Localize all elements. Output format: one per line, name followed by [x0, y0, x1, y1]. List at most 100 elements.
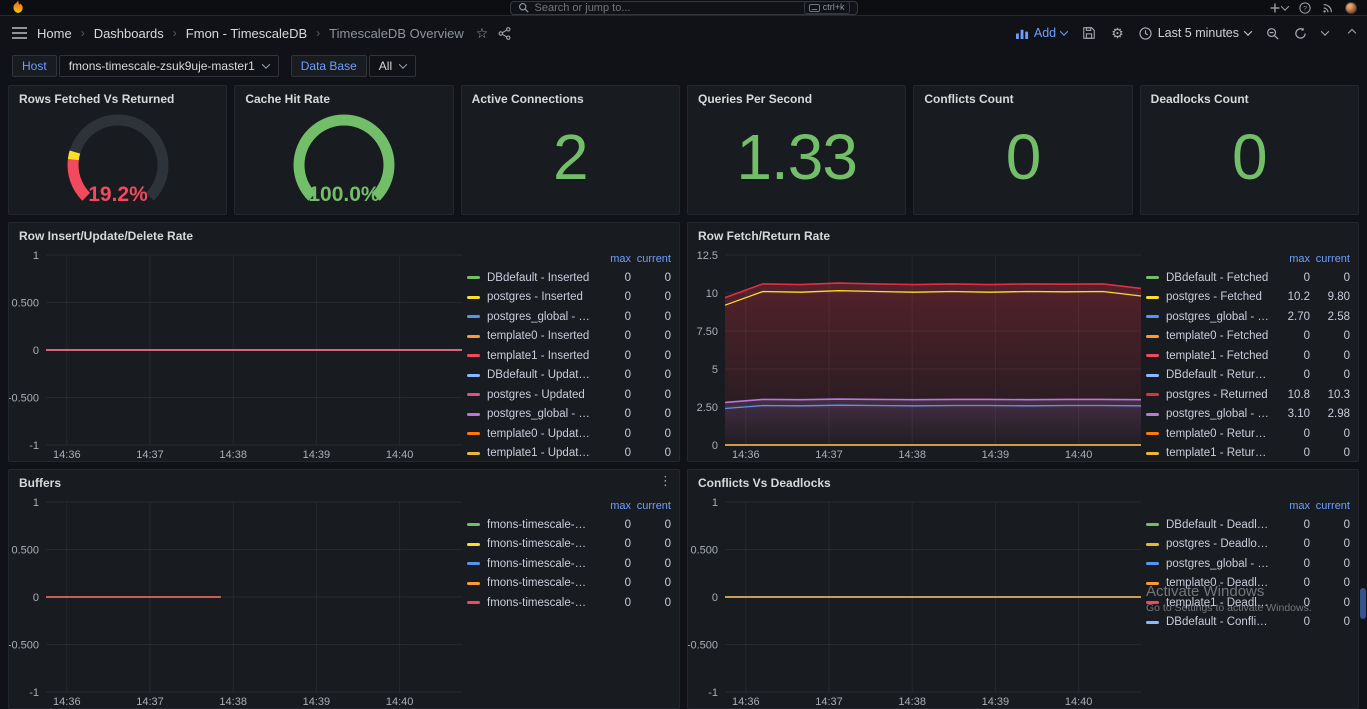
series-color-dash-icon — [1146, 432, 1159, 435]
host-variable-dropdown[interactable]: fmons-timescale-zsuk9uje-master1 — [59, 55, 279, 77]
legend-item[interactable]: DBdefault - Fetched00 — [1146, 268, 1350, 288]
svg-text:1: 1 — [712, 497, 718, 509]
chart-canvas[interactable]: 10.5000-0.500-114:3614:3714:3814:3914:40 — [9, 245, 467, 461]
legend-item[interactable]: template0 - Updated00 — [467, 424, 671, 444]
legend-max-value: 0 — [1270, 330, 1310, 342]
legend-item[interactable]: postgres_global - Returned3.102.98 — [1146, 405, 1350, 425]
new-item-button[interactable] — [1270, 3, 1288, 13]
series-color-dash-icon — [1146, 523, 1159, 526]
series-color-dash-icon — [467, 315, 480, 318]
chart-plot-area[interactable]: 12.5107.5052.50014:3614:3714:3814:3914:4… — [688, 245, 1146, 461]
legend-item[interactable]: postgres - Returned10.810.3 — [1146, 385, 1350, 405]
legend-item[interactable]: DBdefault - Returned00 — [1146, 366, 1350, 386]
dashboard-header-bar: Home›Dashboards›Fmon - TimescaleDB›Times… — [0, 16, 1367, 50]
series-color-dash-icon — [1146, 413, 1159, 416]
legend-item[interactable]: postgres - Inserted00 — [467, 288, 671, 308]
legend-current-value: 0 — [631, 311, 671, 323]
svg-text:5: 5 — [712, 364, 718, 376]
legend-item[interactable]: template1 - Fetched00 — [1146, 346, 1350, 366]
svg-text:19.2%: 19.2% — [88, 183, 148, 206]
legend-item[interactable]: template0 - Fetched00 — [1146, 327, 1350, 347]
legend-item[interactable]: postgres_global - Inserted00 — [467, 307, 671, 327]
chart-canvas[interactable]: 10.5000-0.500-114:3614:3714:3814:3914:40 — [9, 492, 467, 708]
series-color-dash-icon — [1146, 354, 1159, 357]
time-range-picker[interactable]: Last 5 minutes — [1139, 26, 1251, 40]
legend-current-value: 0 — [631, 538, 671, 550]
database-variable-dropdown[interactable]: All — [369, 55, 416, 77]
legend-item[interactable]: template0 - Returned00 — [1146, 424, 1350, 444]
stat-value: 2 — [462, 104, 679, 210]
svg-text:14:40: 14:40 — [1065, 696, 1093, 708]
stat-value: 0 — [1141, 104, 1358, 210]
legend-series-label: DBdefault - Updated — [487, 369, 591, 381]
legend-item[interactable]: fmons-timescale-zsuk9uje-master1 - Buffe… — [467, 554, 671, 574]
breadcrumb-item[interactable]: Fmon - TimescaleDB — [186, 26, 307, 41]
panel-menu-icon[interactable]: ⋮ — [659, 473, 672, 489]
legend-item[interactable]: DBdefault - Deadlocks00 — [1146, 515, 1350, 535]
legend-item[interactable]: postgres - Deadlocks00 — [1146, 535, 1350, 555]
share-icon[interactable] — [498, 27, 511, 40]
legend-item[interactable]: DBdefault - Conflicts00 — [1146, 613, 1350, 633]
host-variable: Host fmons-timescale-zsuk9uje-master1 — [12, 55, 279, 77]
legend-item[interactable]: fmons-timescale-zsuk9uje-master1 - Buffe… — [467, 593, 671, 613]
search-bar[interactable]: ctrl+k — [510, 1, 858, 15]
settings-icon[interactable]: ⚙ — [1111, 26, 1124, 40]
scrollbar-thumb[interactable] — [1360, 588, 1366, 619]
legend-item[interactable]: postgres_global - Updated00 — [467, 405, 671, 425]
legend-header: maxcurrent — [1146, 253, 1350, 265]
add-panel-button[interactable]: Add — [1016, 26, 1067, 40]
database-variable: Data Base All — [291, 55, 416, 77]
svg-text:14:39: 14:39 — [303, 449, 331, 461]
avatar[interactable] — [1345, 2, 1357, 14]
breadcrumb-item[interactable]: Home — [37, 26, 72, 41]
gauge-panel: Cache Hit Rate100.0% — [234, 85, 453, 215]
legend-item[interactable]: postgres - Updated00 — [467, 385, 671, 405]
save-dashboard-button[interactable] — [1082, 26, 1096, 40]
star-icon[interactable]: ☆ — [476, 26, 489, 40]
svg-text:0.500: 0.500 — [11, 298, 39, 310]
svg-text:0: 0 — [33, 345, 39, 357]
chart-canvas[interactable]: 12.5107.5052.50014:3614:3714:3814:3914:4… — [688, 245, 1146, 461]
legend-current-value: 0 — [1310, 272, 1350, 284]
refresh-interval-chevron-icon[interactable] — [1321, 27, 1329, 35]
legend-current-value: 0 — [1310, 447, 1350, 459]
legend-item[interactable]: template1 - Inserted00 — [467, 346, 671, 366]
svg-text:?: ? — [1303, 5, 1307, 12]
legend-item[interactable]: template0 - Inserted00 — [467, 327, 671, 347]
breadcrumb-item[interactable]: Dashboards — [94, 26, 164, 41]
chart-canvas[interactable]: 10.5000-0.500-114:3614:3714:3814:3914:40 — [688, 492, 1146, 708]
legend-item[interactable]: DBdefault - Updated00 — [467, 366, 671, 386]
search-input[interactable] — [535, 2, 798, 14]
legend-item[interactable]: DBdefault - Inserted00 — [467, 268, 671, 288]
legend-item[interactable]: template1 - Updated00 — [467, 444, 671, 462]
menu-icon[interactable] — [12, 27, 27, 39]
series-color-dash-icon — [467, 432, 480, 435]
charts-row-2: Buffers⋮10.5000-0.500-114:3614:3714:3814… — [8, 469, 1359, 709]
legend-item[interactable]: fmons-timescale-zsuk9uje-master1 - Buffe… — [467, 535, 671, 555]
legend-item[interactable]: postgres_global - Deadlocks00 — [1146, 554, 1350, 574]
legend-item[interactable]: template1 - Deadlocks00 — [1146, 593, 1350, 613]
legend-item[interactable]: template0 - Deadlocks00 — [1146, 574, 1350, 594]
legend-item[interactable]: template1 - Returned00 — [1146, 444, 1350, 462]
legend-current-value: 0 — [631, 330, 671, 342]
grafana-logo-icon[interactable] — [10, 0, 26, 15]
legend-current-value: 0 — [631, 350, 671, 362]
legend-item[interactable]: fmons-timescale-zsuk9uje-master1 - Buffe… — [467, 574, 671, 594]
chevron-up-icon[interactable] — [1348, 29, 1356, 37]
chart-plot-area[interactable]: 10.5000-0.500-114:3614:3714:3814:3914:40 — [688, 492, 1146, 708]
legend-item[interactable]: postgres - Fetched10.29.80 — [1146, 288, 1350, 308]
rss-icon[interactable] — [1322, 2, 1334, 14]
plus-icon — [1270, 3, 1280, 13]
legend-max-value: 0 — [1270, 428, 1310, 440]
legend-column-header: current — [1310, 500, 1350, 512]
zoom-out-icon[interactable] — [1266, 27, 1279, 40]
series-color-dash-icon — [467, 393, 480, 396]
help-icon[interactable]: ? — [1299, 2, 1311, 14]
series-color-dash-icon — [467, 452, 480, 455]
gauge-canvas: 100.0% — [274, 109, 414, 213]
legend-item[interactable]: postgres_global - Fetched2.702.58 — [1146, 307, 1350, 327]
chart-plot-area[interactable]: 10.5000-0.500-114:3614:3714:3814:3914:40 — [9, 492, 467, 708]
legend-item[interactable]: fmons-timescale-zsuk9uje-master1 - Buffe… — [467, 515, 671, 535]
chart-plot-area[interactable]: 10.5000-0.500-114:3614:3714:3814:3914:40 — [9, 245, 467, 461]
refresh-icon[interactable] — [1294, 27, 1307, 40]
